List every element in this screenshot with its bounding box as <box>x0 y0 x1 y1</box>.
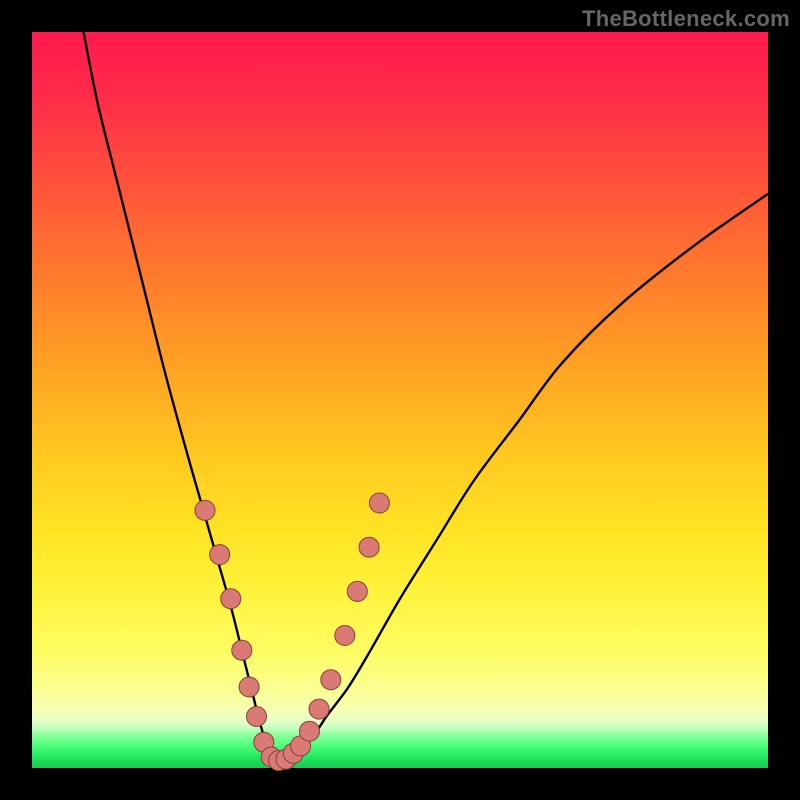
curve-marker <box>239 677 259 697</box>
watermark-text: TheBottleneck.com <box>582 6 790 32</box>
bottleneck-curve-svg <box>32 32 768 768</box>
curve-marker <box>335 626 355 646</box>
bottleneck-curve-path <box>84 32 769 762</box>
curve-marker <box>359 537 379 557</box>
curve-marker <box>300 721 320 741</box>
curve-marker <box>321 670 341 690</box>
curve-marker <box>210 545 230 565</box>
curve-marker <box>247 707 267 727</box>
curve-marker <box>347 581 367 601</box>
plot-area <box>32 32 768 768</box>
curve-marker <box>221 589 241 609</box>
curve-marker <box>309 699 329 719</box>
curve-markers <box>195 493 389 771</box>
chart-stage: TheBottleneck.com <box>0 0 800 800</box>
curve-marker <box>232 640 252 660</box>
curve-marker <box>195 500 215 520</box>
curve-marker <box>369 493 389 513</box>
